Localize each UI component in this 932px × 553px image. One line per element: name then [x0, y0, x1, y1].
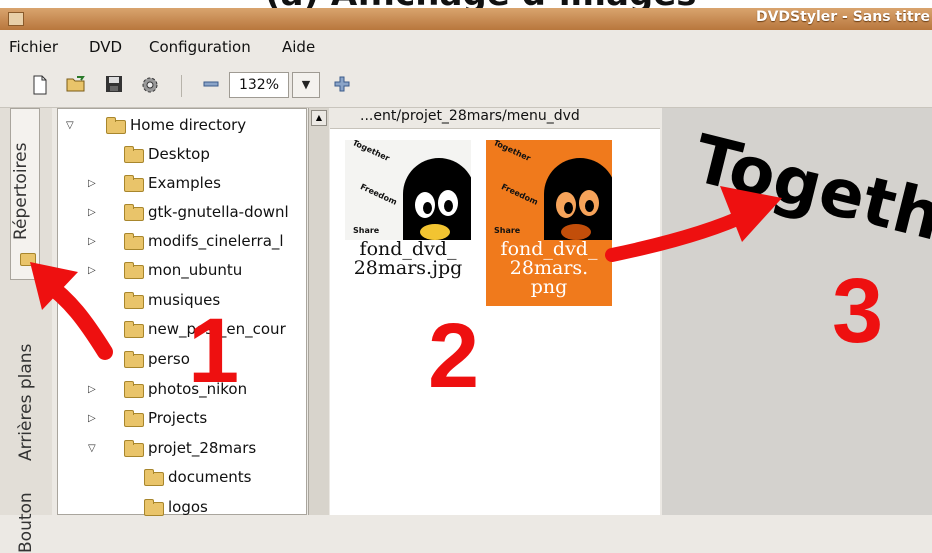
- tree-label: Desktop: [148, 145, 210, 163]
- folder-icon: [106, 117, 126, 134]
- folder-icon: [124, 410, 144, 427]
- tree-label: Home directory: [130, 116, 247, 134]
- folder-icon: [124, 351, 144, 368]
- penguin-eye: [556, 192, 576, 218]
- annotation-number-3: 3: [832, 260, 884, 362]
- collapsed-arrow-icon[interactable]: ▷: [88, 202, 102, 224]
- top-caption-banner: (a) Affichage d’images: [0, 0, 932, 8]
- tree-label: projet_28mars: [148, 439, 257, 457]
- expanded-arrow-icon[interactable]: ▽: [66, 115, 80, 137]
- penguin-eye: [438, 190, 458, 216]
- caption-line: png: [530, 276, 568, 298]
- collapsed-arrow-icon[interactable]: ▷: [88, 260, 102, 282]
- window-title-bar[interactable]: DVDStyler - Sans titre: [0, 8, 932, 30]
- tree-label: modifs_cinelerra_l: [148, 232, 284, 250]
- thumbnail-fond-dvd-png[interactable]: Together Freedom Share: [486, 140, 612, 240]
- folder-icon: [124, 292, 144, 309]
- tree-label: perso: [148, 350, 190, 368]
- collapsed-arrow-icon[interactable]: ▷: [88, 231, 102, 253]
- menu-aide[interactable]: Aide: [282, 38, 315, 56]
- side-tabs: Répertoires Arrières plans Boutons: [0, 108, 52, 553]
- annotation-number-1: 1: [188, 300, 240, 402]
- settings-icon[interactable]: [140, 75, 160, 95]
- save-icon[interactable]: [104, 75, 124, 95]
- tree-label: documents: [168, 468, 252, 486]
- penguin-eye: [415, 192, 435, 218]
- menu-bar: Fichier DVD Configuration Aide: [0, 30, 932, 63]
- thumbnail-fond-dvd-jpg[interactable]: Together Freedom Share: [345, 140, 471, 240]
- toolbar-separator: [181, 75, 182, 97]
- top-caption-text: (a) Affichage d’images: [265, 0, 697, 8]
- current-path: ...ent/projet_28mars/menu_dvd: [360, 108, 580, 124]
- folder-icon: [124, 440, 144, 457]
- directory-tree[interactable]: ▽ Home directory Desktop ▷ Examples ▷ gt…: [57, 108, 307, 516]
- tree-label: logos: [168, 498, 208, 516]
- collapsed-arrow-icon[interactable]: ▷: [88, 408, 102, 430]
- zoom-in-icon[interactable]: [332, 75, 352, 95]
- new-file-icon[interactable]: [30, 75, 50, 95]
- folder-icon: [124, 204, 144, 221]
- tab-repertoires-label: Répertoires: [11, 142, 31, 240]
- tab-arrieres-plans-label: Arrières plans: [16, 343, 36, 461]
- thumb-word: Share: [353, 226, 380, 235]
- menu-dvd[interactable]: DVD: [89, 38, 122, 56]
- window-menu-icon[interactable]: [8, 12, 24, 26]
- annotation-number-2: 2: [428, 305, 480, 407]
- folder-icon: [124, 233, 144, 250]
- tab-folder-icon: [20, 253, 36, 266]
- collapsed-arrow-icon[interactable]: ▷: [88, 379, 102, 401]
- menu-configuration[interactable]: Configuration: [149, 38, 251, 56]
- folder-icon: [144, 469, 164, 486]
- current-path-bar: ...ent/projet_28mars/menu_dvd: [330, 108, 660, 129]
- tree-label: Examples: [148, 174, 221, 192]
- tab-boutons[interactable]: Boutons: [16, 493, 36, 553]
- tab-arrieres-plans[interactable]: Arrières plans: [16, 313, 36, 461]
- scroll-up-arrow-icon[interactable]: ▲: [311, 110, 327, 126]
- caption-line: 28mars.jpg: [353, 257, 463, 279]
- toolbar: 132% ▼: [0, 63, 932, 108]
- expanded-arrow-icon[interactable]: ▽: [88, 438, 102, 460]
- collapsed-arrow-icon[interactable]: ▷: [88, 173, 102, 195]
- tab-boutons-label: Boutons: [16, 493, 36, 553]
- folder-icon: [124, 175, 144, 192]
- tree-scrollbar[interactable]: ▲: [308, 108, 329, 515]
- tree-label: gtk-gnutella-downl: [148, 203, 289, 221]
- penguin-eye: [579, 190, 599, 216]
- zoom-level-input[interactable]: 132%: [229, 72, 289, 98]
- chevron-down-icon[interactable]: ▼: [292, 72, 320, 98]
- folder-icon: [124, 381, 144, 398]
- thumb-word: Share: [494, 226, 521, 235]
- menu-fichier[interactable]: Fichier: [9, 38, 58, 56]
- folder-icon: [124, 321, 144, 338]
- folder-icon: [124, 262, 144, 279]
- open-folder-icon[interactable]: [66, 75, 86, 95]
- tree-label: mon_ubuntu: [148, 261, 243, 279]
- thumbnail-caption-png-selected[interactable]: fond_dvd_ 28mars. png: [486, 240, 612, 306]
- window-title: DVDStyler - Sans titre: [755, 9, 930, 25]
- tree-label: Projects: [148, 409, 208, 427]
- thumbnail-caption-jpg[interactable]: fond_dvd_ 28mars.jpg: [345, 240, 471, 278]
- zoom-out-icon[interactable]: [201, 75, 221, 95]
- folder-icon: [144, 499, 164, 516]
- folder-icon: [124, 146, 144, 163]
